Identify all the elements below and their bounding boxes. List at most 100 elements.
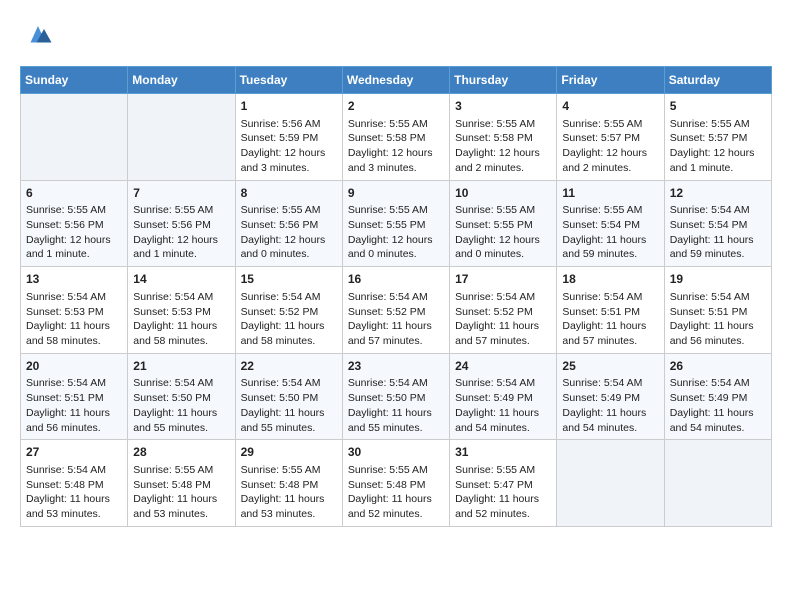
calendar-cell: 24Sunrise: 5:54 AMSunset: 5:49 PMDayligh…: [450, 353, 557, 440]
cell-info-line: Sunrise: 5:55 AM: [241, 463, 337, 478]
day-number: 18: [562, 271, 658, 288]
cell-info-line: Sunset: 5:52 PM: [241, 305, 337, 320]
cell-info-line: and 57 minutes.: [348, 334, 444, 349]
cell-info-line: Daylight: 11 hours: [562, 319, 658, 334]
cell-info-line: and 57 minutes.: [455, 334, 551, 349]
calendar-cell: 17Sunrise: 5:54 AMSunset: 5:52 PMDayligh…: [450, 267, 557, 354]
day-number: 14: [133, 271, 229, 288]
calendar-cell: 10Sunrise: 5:55 AMSunset: 5:55 PMDayligh…: [450, 180, 557, 267]
cell-info-line: and 59 minutes.: [562, 247, 658, 262]
cell-info-line: Sunset: 5:55 PM: [455, 218, 551, 233]
day-number: 9: [348, 185, 444, 202]
cell-info-line: and 57 minutes.: [562, 334, 658, 349]
cell-info-line: and 53 minutes.: [241, 507, 337, 522]
day-number: 26: [670, 358, 766, 375]
cell-info-line: and 0 minutes.: [348, 247, 444, 262]
calendar-cell: 27Sunrise: 5:54 AMSunset: 5:48 PMDayligh…: [21, 440, 128, 527]
cell-info-line: Sunrise: 5:55 AM: [455, 117, 551, 132]
day-number: 7: [133, 185, 229, 202]
cell-info-line: Sunrise: 5:55 AM: [133, 203, 229, 218]
calendar-cell: [664, 440, 771, 527]
header-cell-monday: Monday: [128, 67, 235, 94]
cell-info-line: Sunset: 5:54 PM: [562, 218, 658, 233]
cell-info-line: and 55 minutes.: [348, 421, 444, 436]
calendar-cell: 13Sunrise: 5:54 AMSunset: 5:53 PMDayligh…: [21, 267, 128, 354]
cell-info-line: Daylight: 11 hours: [26, 406, 122, 421]
cell-info-line: Sunset: 5:50 PM: [241, 391, 337, 406]
day-number: 21: [133, 358, 229, 375]
cell-info-line: Sunrise: 5:54 AM: [26, 463, 122, 478]
cell-info-line: Daylight: 11 hours: [670, 319, 766, 334]
day-number: 27: [26, 444, 122, 461]
cell-info-line: Sunset: 5:48 PM: [26, 478, 122, 493]
cell-info-line: Daylight: 11 hours: [670, 233, 766, 248]
cell-info-line: Sunrise: 5:55 AM: [455, 203, 551, 218]
cell-info-line: Sunrise: 5:55 AM: [241, 203, 337, 218]
calendar-cell: 15Sunrise: 5:54 AMSunset: 5:52 PMDayligh…: [235, 267, 342, 354]
cell-info-line: Sunrise: 5:54 AM: [562, 376, 658, 391]
cell-info-line: Daylight: 11 hours: [562, 406, 658, 421]
day-number: 20: [26, 358, 122, 375]
week-row-3: 13Sunrise: 5:54 AMSunset: 5:53 PMDayligh…: [21, 267, 772, 354]
day-number: 24: [455, 358, 551, 375]
header-cell-tuesday: Tuesday: [235, 67, 342, 94]
cell-info-line: Sunrise: 5:55 AM: [348, 463, 444, 478]
cell-info-line: Sunset: 5:50 PM: [133, 391, 229, 406]
day-number: 28: [133, 444, 229, 461]
header-cell-saturday: Saturday: [664, 67, 771, 94]
cell-info-line: Sunset: 5:59 PM: [241, 131, 337, 146]
cell-info-line: Sunrise: 5:54 AM: [670, 290, 766, 305]
logo: [20, 20, 53, 50]
cell-info-line: Sunset: 5:54 PM: [670, 218, 766, 233]
header-cell-sunday: Sunday: [21, 67, 128, 94]
cell-info-line: Daylight: 12 hours: [133, 233, 229, 248]
calendar-cell: 5Sunrise: 5:55 AMSunset: 5:57 PMDaylight…: [664, 94, 771, 181]
calendar-table: SundayMondayTuesdayWednesdayThursdayFrid…: [20, 66, 772, 527]
cell-info-line: and 1 minute.: [670, 161, 766, 176]
cell-info-line: Daylight: 11 hours: [348, 406, 444, 421]
cell-info-line: Sunset: 5:57 PM: [562, 131, 658, 146]
cell-info-line: Daylight: 11 hours: [670, 406, 766, 421]
cell-info-line: and 59 minutes.: [670, 247, 766, 262]
cell-info-line: and 3 minutes.: [348, 161, 444, 176]
cell-info-line: Sunrise: 5:54 AM: [133, 376, 229, 391]
day-number: 22: [241, 358, 337, 375]
cell-info-line: Daylight: 12 hours: [455, 146, 551, 161]
cell-info-line: Sunrise: 5:56 AM: [241, 117, 337, 132]
cell-info-line: Daylight: 12 hours: [670, 146, 766, 161]
cell-info-line: Sunset: 5:52 PM: [455, 305, 551, 320]
cell-info-line: Sunrise: 5:54 AM: [348, 376, 444, 391]
day-number: 15: [241, 271, 337, 288]
cell-info-line: Sunrise: 5:55 AM: [133, 463, 229, 478]
cell-info-line: Sunset: 5:56 PM: [26, 218, 122, 233]
cell-info-line: Daylight: 12 hours: [455, 233, 551, 248]
calendar-cell: 7Sunrise: 5:55 AMSunset: 5:56 PMDaylight…: [128, 180, 235, 267]
day-number: 3: [455, 98, 551, 115]
cell-info-line: Sunrise: 5:54 AM: [348, 290, 444, 305]
calendar-cell: 25Sunrise: 5:54 AMSunset: 5:49 PMDayligh…: [557, 353, 664, 440]
calendar-cell: 23Sunrise: 5:54 AMSunset: 5:50 PMDayligh…: [342, 353, 449, 440]
calendar-cell: 18Sunrise: 5:54 AMSunset: 5:51 PMDayligh…: [557, 267, 664, 354]
cell-info-line: Daylight: 11 hours: [455, 406, 551, 421]
day-number: 1: [241, 98, 337, 115]
cell-info-line: Sunset: 5:50 PM: [348, 391, 444, 406]
cell-info-line: Sunset: 5:55 PM: [348, 218, 444, 233]
cell-info-line: and 0 minutes.: [455, 247, 551, 262]
calendar-cell: [128, 94, 235, 181]
cell-info-line: Sunset: 5:53 PM: [133, 305, 229, 320]
calendar-cell: 28Sunrise: 5:55 AMSunset: 5:48 PMDayligh…: [128, 440, 235, 527]
cell-info-line: Sunset: 5:48 PM: [348, 478, 444, 493]
day-number: 19: [670, 271, 766, 288]
day-number: 11: [562, 185, 658, 202]
calendar-cell: 21Sunrise: 5:54 AMSunset: 5:50 PMDayligh…: [128, 353, 235, 440]
day-number: 16: [348, 271, 444, 288]
calendar-cell: 29Sunrise: 5:55 AMSunset: 5:48 PMDayligh…: [235, 440, 342, 527]
calendar-cell: 19Sunrise: 5:54 AMSunset: 5:51 PMDayligh…: [664, 267, 771, 354]
day-number: 6: [26, 185, 122, 202]
cell-info-line: Daylight: 12 hours: [241, 233, 337, 248]
day-number: 17: [455, 271, 551, 288]
calendar-cell: 4Sunrise: 5:55 AMSunset: 5:57 PMDaylight…: [557, 94, 664, 181]
logo-icon: [23, 20, 53, 50]
week-row-1: 1 Sunrise: 5:56 AMSunset: 5:59 PM Daylight…: [21, 94, 772, 181]
day-number: 5: [670, 98, 766, 115]
